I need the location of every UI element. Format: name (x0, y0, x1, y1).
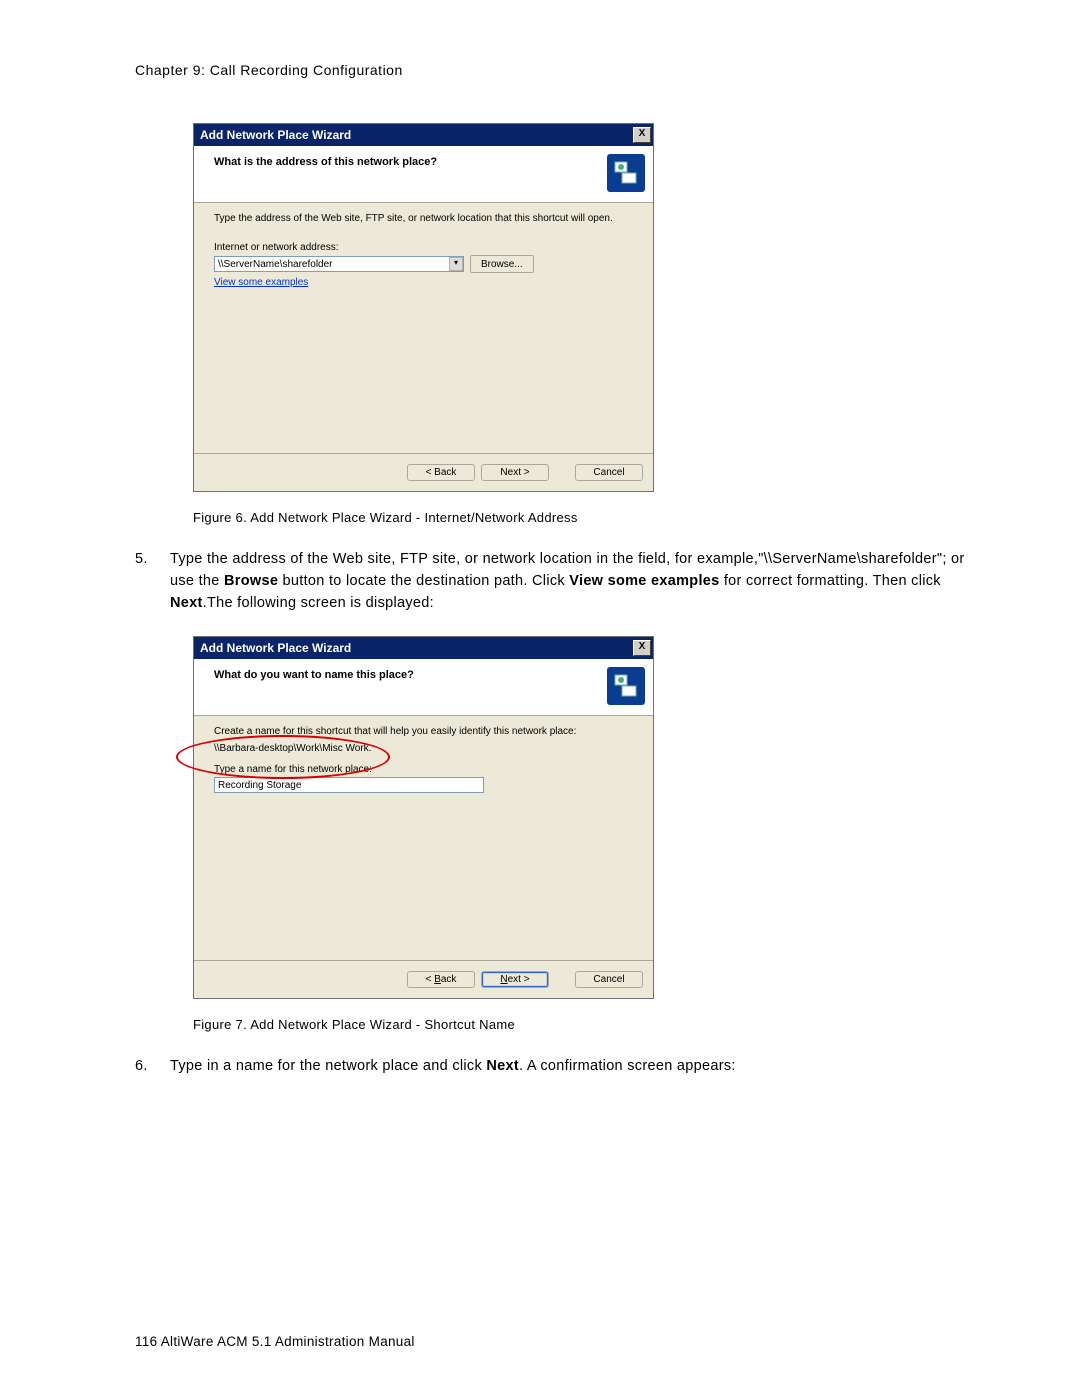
page-footer: 116 AltiWare ACM 5.1 Administration Manu… (135, 1334, 415, 1349)
wizard-heading: What is the address of this network plac… (214, 154, 437, 168)
btn-text: ext > (508, 974, 530, 985)
step-bold: View some examples (569, 573, 719, 589)
wizard-name: Add Network Place Wizard X What do you w… (193, 636, 654, 999)
close-icon[interactable]: X (633, 127, 651, 143)
wizard-description: Type the address of the Web site, FTP si… (214, 213, 633, 224)
cancel-button[interactable]: Cancel (575, 971, 643, 988)
step-text: . A confirmation screen appears: (519, 1058, 736, 1074)
step-text: .The following screen is displayed: (203, 595, 434, 611)
back-button[interactable]: < Back (407, 971, 475, 988)
close-icon[interactable]: X (633, 640, 651, 656)
wizard-heading: What do you want to name this place? (214, 667, 414, 681)
address-combo[interactable]: ▾ (214, 256, 464, 272)
network-place-icon (607, 154, 645, 192)
address-label: Internet or network address: (214, 242, 633, 253)
view-examples-link[interactable]: View some examples (214, 277, 308, 288)
wizard-header: What is the address of this network plac… (194, 146, 653, 203)
next-button[interactable]: Next > (481, 971, 549, 988)
step-bold: Next (486, 1058, 519, 1074)
step-number: 5. (135, 549, 170, 614)
wizard-header: What do you want to name this place? (194, 659, 653, 716)
step-6: 6. Type in a name for the network place … (135, 1056, 980, 1078)
next-button[interactable]: Next > (481, 464, 549, 481)
annotation-red-oval (176, 735, 390, 779)
window-title: Add Network Place Wizard (200, 128, 351, 142)
name-input[interactable] (214, 777, 484, 793)
document-page: Chapter 9: Call Recording Configuration … (0, 0, 1080, 1078)
btn-text: < (426, 974, 435, 985)
btn-accelerator: B (434, 974, 441, 985)
step-5: 5. Type the address of the Web site, FTP… (135, 549, 980, 614)
step-body: Type the address of the Web site, FTP si… (170, 549, 980, 614)
address-input-row: ▾ Browse... (214, 255, 633, 273)
btn-accelerator: N (500, 974, 507, 985)
step-body: Type in a name for the network place and… (170, 1056, 980, 1078)
chapter-header: Chapter 9: Call Recording Configuration (135, 62, 980, 78)
wizard-body: Type the address of the Web site, FTP si… (194, 203, 653, 453)
btn-text: ack (441, 974, 457, 985)
step-text: button to locate the destination path. C… (278, 573, 569, 589)
step-bold: Browse (224, 573, 278, 589)
wizard-footer: < Back Next > Cancel (194, 453, 653, 491)
back-button[interactable]: < Back (407, 464, 475, 481)
wizard-address: Add Network Place Wizard X What is the a… (193, 123, 654, 492)
cancel-button[interactable]: Cancel (575, 464, 643, 481)
step-text: for correct formatting. Then click (720, 573, 941, 589)
titlebar: Add Network Place Wizard X (194, 637, 653, 659)
step-bold: Next (170, 595, 203, 611)
wizard-footer: < Back Next > Cancel (194, 960, 653, 998)
window-title: Add Network Place Wizard (200, 641, 351, 655)
chevron-down-icon[interactable]: ▾ (449, 257, 463, 271)
address-input[interactable] (214, 256, 464, 272)
step-number: 6. (135, 1056, 170, 1078)
figure-6-caption: Figure 6. Add Network Place Wizard - Int… (193, 510, 980, 525)
network-place-icon (607, 667, 645, 705)
figure-7-caption: Figure 7. Add Network Place Wizard - Sho… (193, 1017, 980, 1032)
step-text: Type in a name for the network place and… (170, 1058, 486, 1074)
titlebar: Add Network Place Wizard X (194, 124, 653, 146)
browse-button[interactable]: Browse... (470, 255, 534, 273)
